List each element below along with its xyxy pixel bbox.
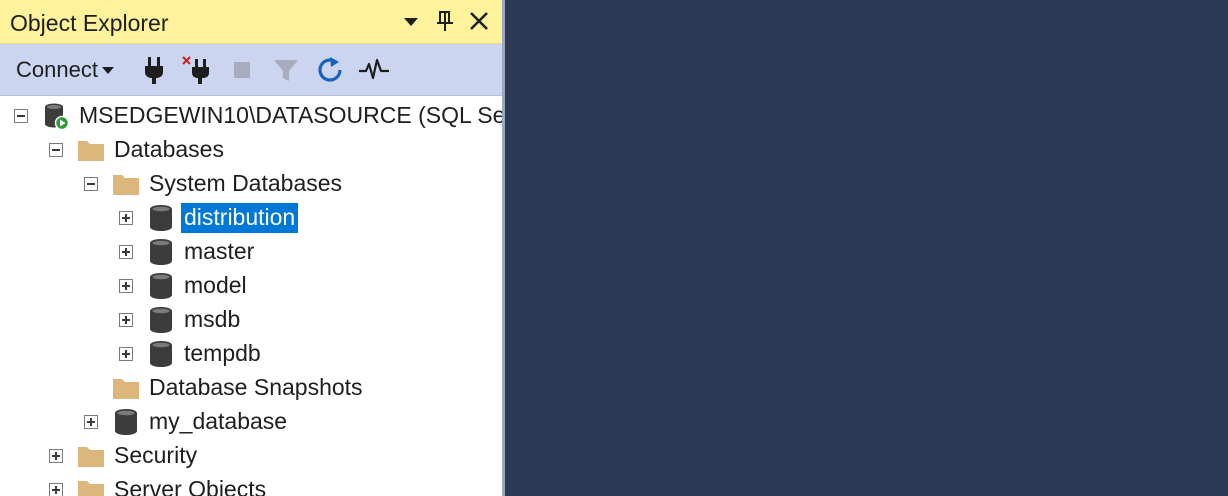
editor-workspace-area: [505, 0, 1228, 496]
tree-node-server[interactable]: MSEDGEWIN10\DATASOURCE (SQL Server 15.0.…: [14, 99, 505, 133]
tree-node-db-master[interactable]: master: [119, 235, 257, 269]
folder-icon: [112, 374, 140, 402]
tree-node-label: master: [184, 238, 255, 264]
expand-toggle[interactable]: [49, 483, 63, 496]
tree-node-label: model: [184, 272, 247, 298]
connect-button[interactable]: Connect: [6, 52, 118, 88]
panel-title: Object Explorer: [10, 10, 169, 36]
folder-icon: [77, 136, 105, 164]
folder-icon: [77, 442, 105, 470]
tree-node-server-objects[interactable]: Server Objects: [49, 473, 269, 496]
close-icon[interactable]: [466, 8, 492, 34]
tree-node-label: Databases: [114, 136, 224, 162]
database-icon: [112, 408, 140, 436]
disconnect-plug-icon[interactable]: [182, 54, 214, 86]
collapse-toggle[interactable]: [49, 143, 63, 157]
database-icon: [147, 340, 175, 368]
connect-plug-icon[interactable]: [138, 54, 170, 86]
tree-node-security[interactable]: Security: [49, 439, 200, 473]
tree-node-databases[interactable]: Databases: [49, 133, 227, 167]
tree-node-label: System Databases: [149, 170, 343, 196]
tree-node-label: Database Snapshots: [149, 374, 363, 400]
tree-node-label: msdb: [184, 306, 241, 332]
expand-toggle[interactable]: [119, 279, 133, 293]
refresh-icon[interactable]: [314, 54, 346, 86]
object-explorer-tree: MSEDGEWIN10\DATASOURCE (SQL Server 15.0.…: [0, 99, 502, 496]
expand-toggle[interactable]: [119, 211, 133, 225]
database-icon: [147, 272, 175, 300]
tree-node-label: Security: [114, 442, 198, 468]
database-icon: [147, 306, 175, 334]
expand-toggle[interactable]: [84, 415, 98, 429]
folder-icon: [77, 476, 105, 496]
collapse-toggle[interactable]: [14, 109, 28, 123]
tree-node-db-my-database[interactable]: my_database: [84, 405, 290, 439]
pin-icon[interactable]: [432, 8, 458, 34]
stop-icon[interactable]: [226, 54, 258, 86]
tree-node-label: distribution: [181, 203, 299, 233]
toolbar: Connect: [0, 44, 502, 96]
tree-node-db-msdb[interactable]: msdb: [119, 303, 243, 337]
chevron-down-icon: [101, 66, 114, 74]
dropdown-arrow-icon[interactable]: [398, 8, 424, 34]
database-icon: [147, 204, 175, 232]
tree-node-label: MSEDGEWIN10\DATASOURCE (SQL Server 15.0.…: [79, 102, 505, 128]
expand-toggle[interactable]: [119, 347, 133, 361]
tree-node-database-snapshots[interactable]: Database Snapshots: [84, 371, 366, 405]
tree-node-label: my_database: [149, 408, 288, 434]
expand-toggle[interactable]: [119, 245, 133, 259]
folder-icon: [112, 170, 140, 198]
activity-monitor-icon[interactable]: [358, 54, 390, 86]
connect-label: Connect: [16, 57, 98, 82]
database-icon: [147, 238, 175, 266]
tree-node-db-model[interactable]: model: [119, 269, 250, 303]
collapse-toggle[interactable]: [84, 177, 98, 191]
expand-toggle[interactable]: [49, 449, 63, 463]
expand-toggle[interactable]: [119, 313, 133, 327]
filter-icon[interactable]: [270, 54, 302, 86]
tree-node-db-tempdb[interactable]: tempdb: [119, 337, 264, 371]
tree-node-db-distribution[interactable]: distribution: [119, 201, 299, 235]
server-running-icon: [42, 102, 70, 130]
panel-title-bar: Object Explorer: [0, 0, 502, 44]
tree-node-label: tempdb: [184, 340, 261, 366]
tree-node-system-databases[interactable]: System Databases: [84, 167, 345, 201]
object-explorer-panel: Object Explorer Connect MSEDGEWIN10\DATA…: [0, 0, 505, 496]
tree-node-label: Server Objects: [114, 476, 267, 496]
